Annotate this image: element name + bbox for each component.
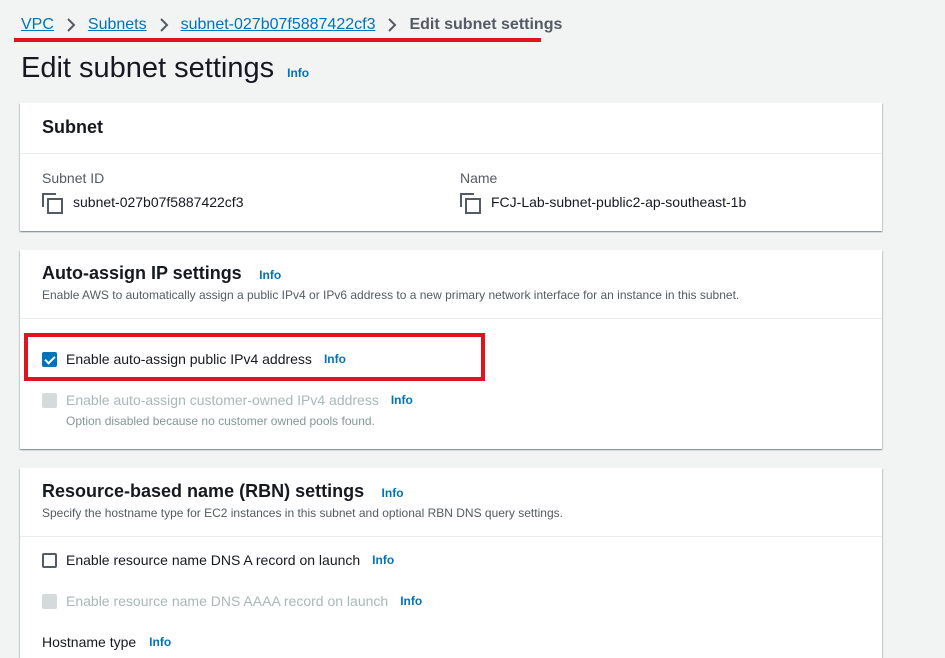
enable-dns-a-record-label[interactable]: Enable resource name DNS A record on lau… <box>66 552 360 568</box>
rbn-settings-panel: Resource-based name (RBN) settings Info … <box>20 468 882 658</box>
page-title: Edit subnet settings <box>21 52 275 84</box>
breadcrumb: VPC Subnets subnet-027b07f5887422cf3 Edi… <box>21 14 562 36</box>
subnet-id-field: Subnet ID subnet-027b07f5887422cf3 <box>42 170 244 214</box>
subnet-id-label: Subnet ID <box>42 170 105 186</box>
chevron-right-icon <box>387 18 397 32</box>
auto-assign-description: Enable AWS to automatically assign a pub… <box>42 288 740 302</box>
enable-dns-aaaa-record-row: Enable resource name DNS AAAA record on … <box>42 593 422 609</box>
rbn-panel-title: Resource-based name (RBN) settings <box>42 481 365 501</box>
enable-dns-a-record-info-link[interactable]: Info <box>372 553 394 567</box>
customer-owned-disabled-note: Option disabled because no customer owne… <box>66 414 375 428</box>
subnet-name-label: Name <box>460 170 498 186</box>
rbn-panel-header: Resource-based name (RBN) settings Info … <box>20 468 882 537</box>
auto-assign-info-link[interactable]: Info <box>259 268 281 282</box>
chevron-right-icon <box>66 18 76 32</box>
chevron-right-icon <box>159 18 169 32</box>
page-info-link[interactable]: Info <box>287 66 309 80</box>
copy-icon[interactable] <box>460 193 481 214</box>
enable-dns-a-record-checkbox[interactable] <box>42 552 57 568</box>
hostname-type-info-link[interactable]: Info <box>149 635 171 649</box>
breadcrumb-subnets-link[interactable]: Subnets <box>88 16 147 34</box>
breadcrumb-current: Edit subnet settings <box>409 16 563 33</box>
subnet-panel-title: Subnet <box>42 117 103 137</box>
annotation-highlight-box <box>24 333 485 381</box>
enable-customer-owned-ipv4-row: Enable auto-assign customer-owned IPv4 a… <box>42 392 413 408</box>
enable-dns-aaaa-record-checkbox <box>42 593 57 609</box>
subnet-id-value: subnet-027b07f5887422cf3 <box>73 194 244 210</box>
subnet-panel: Subnet Subnet ID subnet-027b07f5887422cf… <box>20 103 882 231</box>
enable-dns-aaaa-record-info-link[interactable]: Info <box>400 594 422 608</box>
auto-assign-panel-title: Auto-assign IP settings <box>42 263 242 283</box>
rbn-description: Specify the hostname type for EC2 instan… <box>42 506 563 520</box>
rbn-info-link[interactable]: Info <box>382 486 404 500</box>
breadcrumb-subnet-id-link[interactable]: subnet-027b07f5887422cf3 <box>181 16 376 34</box>
enable-customer-owned-ipv4-label: Enable auto-assign customer-owned IPv4 a… <box>66 392 379 408</box>
subnet-name-value: FCJ-Lab-subnet-public2-ap-southeast-1b <box>491 194 747 210</box>
breadcrumb-vpc-link[interactable]: VPC <box>21 16 54 34</box>
subnet-name-field: Name FCJ-Lab-subnet-public2-ap-southeast… <box>460 170 747 214</box>
enable-customer-owned-ipv4-checkbox <box>42 392 57 408</box>
hostname-type-label: Hostname type <box>42 634 137 650</box>
annotation-underline <box>14 38 541 42</box>
enable-dns-a-record-row[interactable]: Enable resource name DNS A record on lau… <box>42 552 394 568</box>
enable-customer-owned-ipv4-info-link[interactable]: Info <box>391 393 413 407</box>
auto-assign-panel-header: Auto-assign IP settings Info Enable AWS … <box>20 250 882 319</box>
page-header: Edit subnet settings Info <box>21 52 309 85</box>
copy-icon[interactable] <box>42 193 63 214</box>
enable-dns-aaaa-record-label: Enable resource name DNS AAAA record on … <box>66 593 389 609</box>
hostname-type-field: Hostname type Info <box>42 634 171 650</box>
subnet-panel-header: Subnet <box>20 103 882 154</box>
